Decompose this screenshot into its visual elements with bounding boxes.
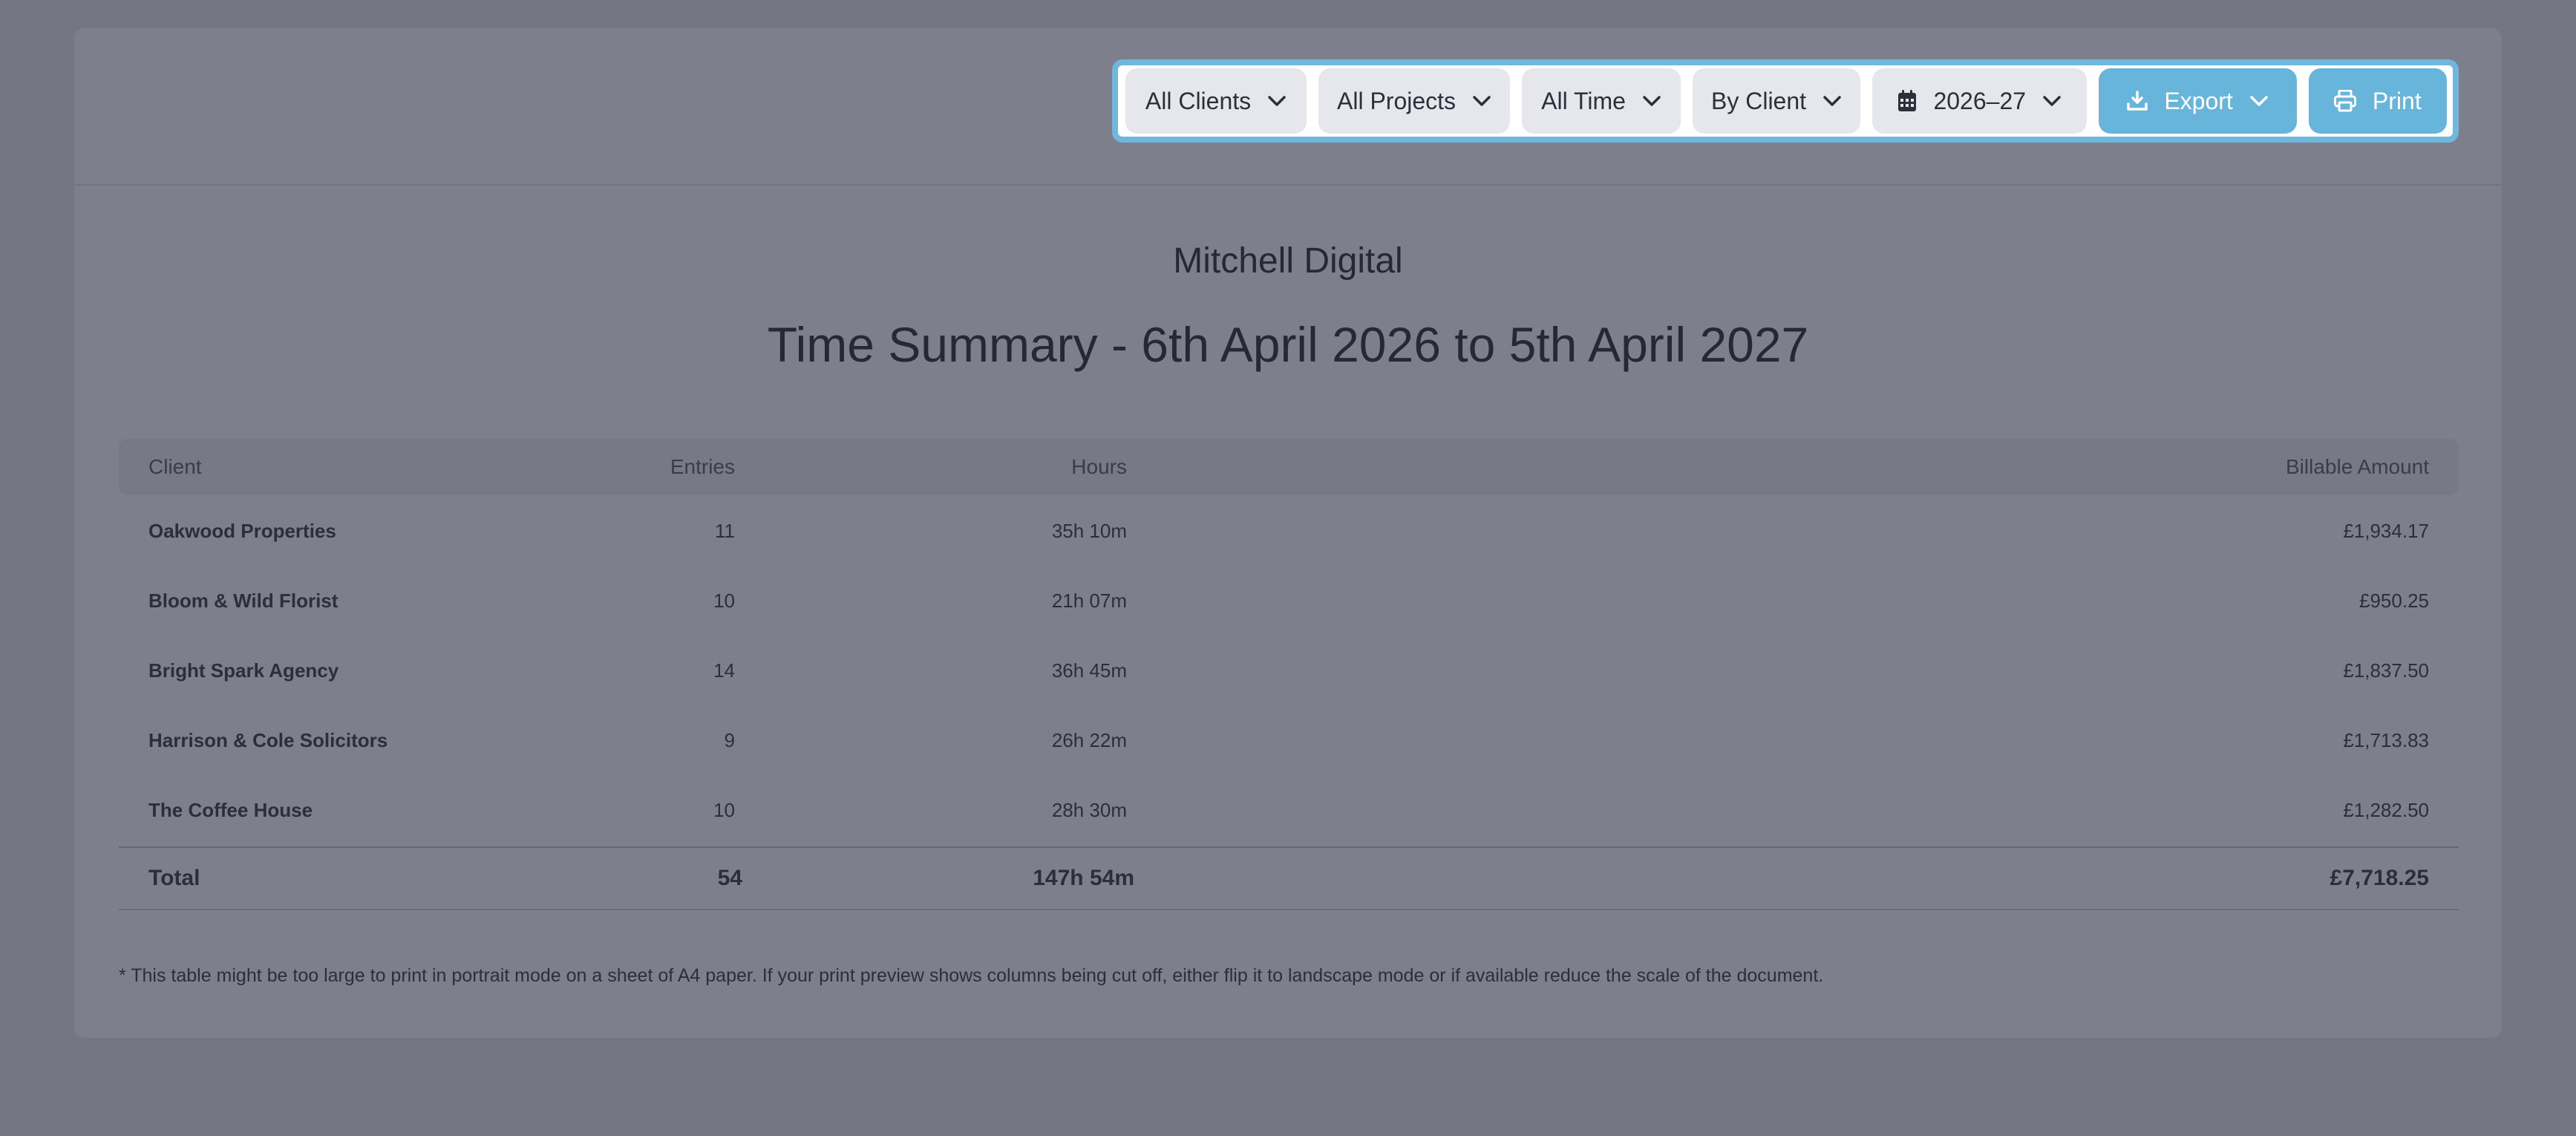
report-toolbar: All Clients All Projects All Time By Cli… [1112, 59, 2459, 143]
tax-year-label: 2026–27 [1933, 87, 2027, 114]
entries-value: 10 [713, 799, 735, 821]
group-by-label: By Client [1710, 87, 1807, 114]
hours-value: 36h 45m [1051, 659, 1127, 682]
client-name: Harrison & Cole Solicitors [148, 729, 388, 751]
report-title: Time Summary - 6th April 2026 to 5th Apr… [767, 317, 1809, 372]
total-amount: £7,718.25 [2330, 866, 2429, 890]
projects-filter-dropdown[interactable]: All Projects [1318, 68, 1510, 134]
export-label: Export [2164, 87, 2233, 114]
chevron-down-icon [1267, 95, 1287, 107]
table-total-row: Total 54 147h 54m £7,718.25 [119, 846, 2459, 910]
total-entries: 54 [717, 866, 742, 890]
hours-value: 35h 10m [1051, 520, 1127, 542]
client-name: The Coffee House [148, 799, 313, 821]
clients-filter-label: All Clients [1145, 87, 1252, 114]
column-header-entries: Entries [670, 455, 735, 478]
time-filter-label: All Time [1541, 87, 1626, 114]
chevron-down-icon [1823, 95, 1842, 107]
table-row: Bloom & Wild Florist 10 21h 07m £950.25 [119, 566, 2459, 636]
hours-value: 21h 07m [1051, 590, 1127, 612]
chevron-down-icon [2042, 95, 2062, 107]
report-card: All Clients All Projects All Time By Cli… [74, 28, 2502, 1038]
amount-value: £1,713.83 [2343, 729, 2429, 751]
calendar-icon [1897, 90, 1917, 112]
total-hours: 147h 54m [1033, 866, 1134, 890]
download-icon [2127, 91, 2148, 111]
table-row: Oakwood Properties 11 35h 10m £1,934.17 [119, 496, 2459, 566]
chevron-down-icon [1472, 95, 1491, 107]
column-header-hours: Hours [1071, 455, 1127, 478]
export-button[interactable]: Export [2099, 68, 2297, 134]
tax-year-dropdown[interactable]: 2026–27 [1872, 68, 2088, 134]
chevron-down-icon [1642, 95, 1661, 107]
projects-filter-label: All Projects [1336, 87, 1457, 114]
amount-value: £1,934.17 [2343, 520, 2429, 542]
hours-value: 28h 30m [1051, 799, 1127, 821]
printer-icon [2333, 90, 2356, 112]
hours-value: 26h 22m [1051, 729, 1127, 751]
table-row: The Coffee House 10 28h 30m £1,282.50 [119, 775, 2459, 845]
table-row: Harrison & Cole Solicitors 9 26h 22m £1,… [119, 705, 2459, 775]
client-name: Oakwood Properties [148, 520, 336, 542]
amount-value: £950.25 [2359, 590, 2429, 612]
column-header-billable-amount: Billable Amount [2285, 455, 2429, 478]
table-row: Bright Spark Agency 14 36h 45m £1,837.50 [119, 636, 2459, 705]
group-by-dropdown[interactable]: By Client [1693, 68, 1860, 134]
table-header-row: Client Entries Hours Billable Amount [119, 439, 2459, 495]
company-name: Mitchell Digital [1173, 241, 1403, 281]
entries-value: 10 [713, 590, 735, 612]
time-filter-dropdown[interactable]: All Time [1522, 68, 1681, 134]
amount-value: £1,837.50 [2343, 659, 2429, 682]
column-header-client: Client [148, 455, 202, 478]
print-footnote: * This table might be too large to print… [119, 965, 1824, 986]
clients-filter-dropdown[interactable]: All Clients [1125, 68, 1307, 134]
amount-value: £1,282.50 [2343, 799, 2429, 821]
entries-value: 14 [713, 659, 735, 682]
print-button[interactable]: Print [2308, 68, 2447, 134]
print-label: Print [2372, 87, 2422, 114]
entries-value: 11 [715, 520, 735, 542]
chevron-down-icon [2249, 95, 2269, 107]
client-name: Bloom & Wild Florist [148, 590, 339, 612]
total-label: Total [148, 866, 200, 890]
client-name: Bright Spark Agency [148, 659, 339, 682]
entries-value: 9 [724, 729, 735, 751]
